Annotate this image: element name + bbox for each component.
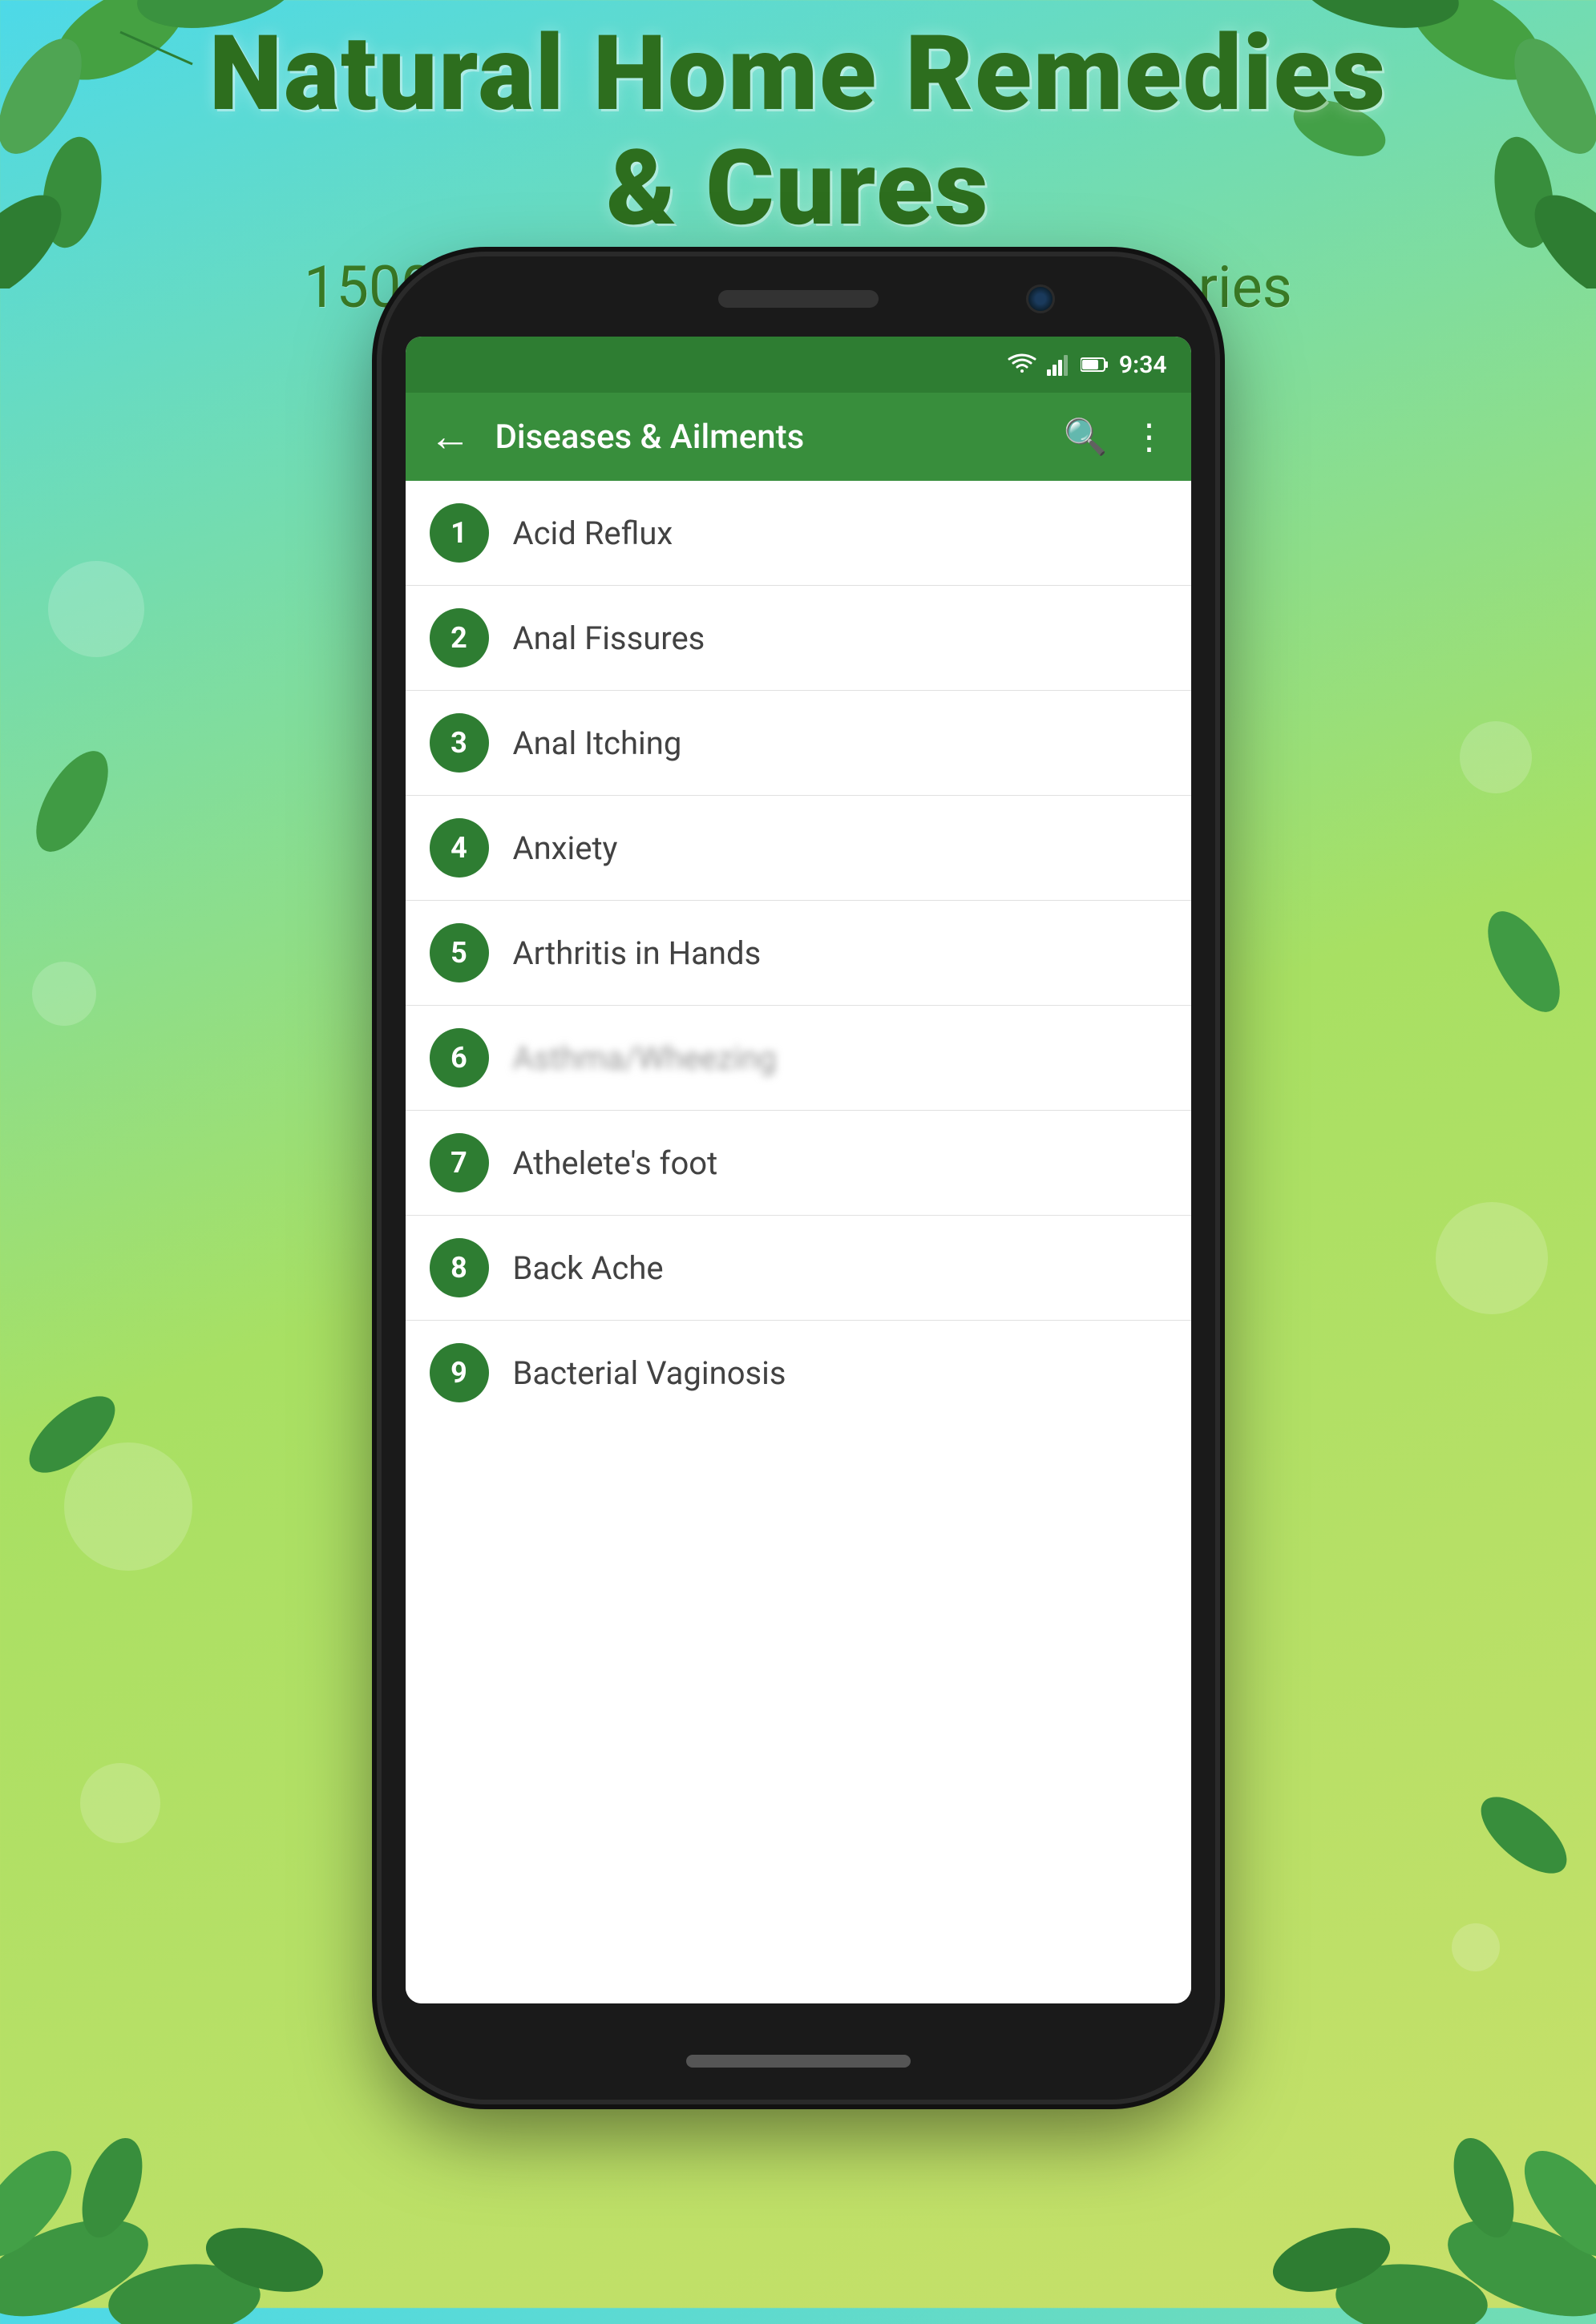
bokeh-5 <box>1460 721 1532 793</box>
item-label: Anxiety <box>513 829 618 867</box>
app-bar-actions: 🔍 ⋮ <box>1064 419 1167 454</box>
item-number-badge: 8 <box>430 1238 489 1297</box>
app-bar-title: Diseases & Ailments <box>495 418 1040 457</box>
wifi-icon <box>1007 353 1037 376</box>
item-number-badge: 1 <box>430 503 489 563</box>
bokeh-4 <box>80 1763 160 1843</box>
item-number-badge: 2 <box>430 608 489 668</box>
disease-list[interactable]: 1 Acid Reflux 2 Anal Fissures 3 Anal Itching 4… <box>406 481 1191 2003</box>
search-button[interactable]: 🔍 <box>1064 419 1108 454</box>
list-item[interactable]: 6 Asthma/Wheezing <box>406 1006 1191 1111</box>
more-button[interactable]: ⋮ <box>1132 419 1167 454</box>
status-icons: 9:34 <box>1007 351 1167 379</box>
list-item[interactable]: 8 Back Ache <box>406 1216 1191 1321</box>
item-label: Anal Fissures <box>513 619 705 657</box>
item-number-badge: 7 <box>430 1133 489 1192</box>
list-item[interactable]: 2 Anal Fissures <box>406 586 1191 691</box>
item-label: Athelete's foot <box>513 1144 718 1182</box>
list-item[interactable]: 4 Anxiety <box>406 796 1191 901</box>
list-item[interactable]: 5 Arthritis in Hands <box>406 901 1191 1006</box>
phone-home-bar <box>686 2055 911 2068</box>
time-display: 9:34 <box>1119 351 1167 379</box>
item-label: Anal Itching <box>513 724 682 762</box>
item-label: Back Ache <box>513 1249 664 1287</box>
item-number-badge: 9 <box>430 1343 489 1402</box>
bokeh-6 <box>1436 1202 1548 1314</box>
item-number-badge: 3 <box>430 713 489 773</box>
item-number-badge: 5 <box>430 923 489 982</box>
battery-icon <box>1081 356 1109 373</box>
status-bar: 9:34 <box>406 337 1191 393</box>
list-item[interactable]: 1 Acid Reflux <box>406 481 1191 586</box>
phone-device: 9:34 ← Diseases & Ailments 🔍 ⋮ 1 Acid Ref… <box>382 256 1215 2100</box>
bokeh-1 <box>48 561 144 657</box>
bokeh-7 <box>1452 1923 1500 1971</box>
bokeh-2 <box>32 962 96 1026</box>
item-label: Asthma/Wheezing <box>513 1039 777 1077</box>
signal-icon <box>1047 353 1071 376</box>
item-label: Arthritis in Hands <box>513 934 762 972</box>
phone-speaker <box>718 290 879 308</box>
app-bar: ← Diseases & Ailments 🔍 ⋮ <box>406 393 1191 481</box>
list-item[interactable]: 9 Bacterial Vaginosis <box>406 1321 1191 1425</box>
item-label: Acid Reflux <box>513 514 673 552</box>
list-item[interactable]: 3 Anal Itching <box>406 691 1191 796</box>
bokeh-3 <box>64 1442 192 1571</box>
item-number-badge: 4 <box>430 818 489 878</box>
leaves-mid-left <box>8 721 168 882</box>
leaves-mid-right <box>1428 882 1588 1042</box>
list-item[interactable]: 7 Athelete's foot <box>406 1111 1191 1216</box>
item-number-badge: 6 <box>430 1028 489 1087</box>
leaves-mid-right2 <box>1436 1763 1580 1907</box>
item-label: Bacterial Vaginosis <box>513 1354 786 1392</box>
leaves-mid-left2 <box>16 1362 160 1507</box>
phone-screen: 9:34 ← Diseases & Ailments 🔍 ⋮ 1 Acid Ref… <box>406 337 1191 2003</box>
phone-camera <box>1026 284 1055 313</box>
back-button[interactable]: ← <box>430 416 471 458</box>
main-title: Natural Home Remedies & Cures <box>0 16 1596 245</box>
phone-outer: 9:34 ← Diseases & Ailments 🔍 ⋮ 1 Acid Ref… <box>382 256 1215 2100</box>
